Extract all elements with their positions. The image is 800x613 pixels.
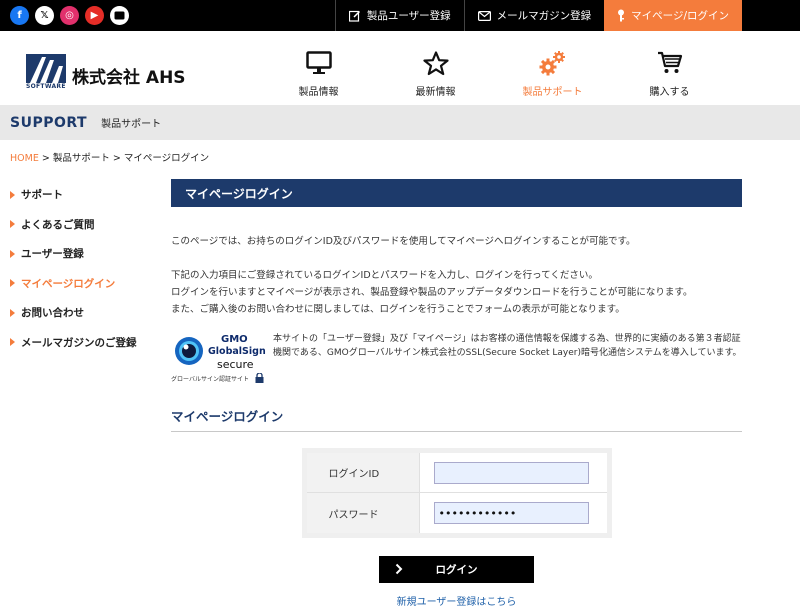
sidebar-item-label: サポート: [21, 189, 63, 202]
seal-caption: グローバルサイン認証サイト: [171, 376, 249, 383]
x-icon[interactable]: 𝕏: [35, 6, 54, 25]
sidebar-item-label: マイページログイン: [21, 277, 116, 290]
triangle-right-icon: [10, 220, 15, 229]
breadcrumb: HOME > 製品サポート > マイページログイン: [10, 150, 209, 164]
site-header: SOFTWARE 株式会社 AHS 製品情報 最新情報 製品サポート 購入する: [0, 31, 800, 105]
instruction-line: また、ご購入後のお問い合わせに関しましては、ログインを行うことでフォームの表示が…: [171, 304, 625, 315]
page-title: マイページログイン: [171, 179, 742, 207]
sidebar-item-label: よくあるご質問: [21, 218, 95, 231]
product-register-label: 製品ユーザー登録: [366, 10, 451, 22]
nav-buy-label: 購入する: [649, 87, 690, 98]
nav-support-label: 製品サポート: [522, 87, 583, 98]
sidebar-item-support[interactable]: サポート: [10, 180, 160, 210]
key-icon: [618, 9, 625, 22]
globalsign-text: GlobalSign: [208, 346, 266, 357]
mail-magazine-label: メールマガジン登録: [496, 10, 592, 22]
company-logo[interactable]: SOFTWARE 株式会社 AHS: [26, 54, 186, 90]
password-row: パスワード: [306, 493, 607, 533]
monitor-icon: [305, 51, 332, 74]
company-name: 株式会社 AHS: [72, 68, 186, 88]
breadcrumb-separator: >: [109, 153, 124, 164]
tv-icon[interactable]: [110, 6, 129, 25]
breadcrumb-home[interactable]: HOME: [10, 153, 39, 164]
sidebar-item-label: お問い合わせ: [21, 307, 84, 320]
password-label: パスワード: [306, 493, 420, 533]
sidebar-item-contact[interactable]: お問い合わせ: [10, 298, 160, 328]
globalsign-seal[interactable]: GMO GlobalSign secure グローバルサイン認証サイト: [171, 332, 266, 384]
triangle-right-icon: [10, 308, 15, 317]
eye-logo-icon: [175, 337, 203, 365]
ssl-notice: GMO GlobalSign secure グローバルサイン認証サイト 本サイト…: [171, 332, 742, 384]
youtube-icon[interactable]: ▶: [85, 6, 104, 25]
ahs-logo-mark: SOFTWARE: [26, 54, 66, 90]
nav-support[interactable]: 製品サポート: [494, 49, 611, 98]
nav-products[interactable]: 製品情報: [260, 49, 377, 98]
sidebar-item-user-register[interactable]: ユーザー登録: [10, 239, 160, 269]
new-user-register-link[interactable]: 新規ユーザー登録はこちら: [171, 593, 742, 608]
sidebar-item-label: メールマガジンのご登録: [21, 336, 137, 349]
sidebar-item-mail-magazine[interactable]: メールマガジンのご登録: [10, 328, 160, 358]
instruction-text: 下記の入力項目にご登録されているログインIDとパスワードを入力し、ログインを行っ…: [171, 267, 742, 318]
chevron-right-icon: [395, 563, 403, 575]
triangle-right-icon: [10, 279, 15, 288]
breadcrumb-current: マイページログイン: [123, 153, 210, 164]
instagram-icon[interactable]: ◎: [60, 6, 79, 25]
nav-news[interactable]: 最新情報: [377, 49, 494, 98]
breadcrumb-support[interactable]: 製品サポート: [53, 153, 110, 164]
star-icon: [422, 50, 449, 75]
top-bar: f 𝕏 ◎ ▶ 製品ユーザー登録 メールマガジン登録 マイページ/ログイン: [0, 0, 800, 31]
section-band: SUPPORT 製品サポート: [0, 105, 800, 140]
secure-text: secure: [217, 358, 254, 371]
sidebar-item-mypage-login[interactable]: マイページログイン: [10, 269, 160, 299]
login-id-label: ログインID: [306, 453, 420, 492]
login-form: ログインID パスワード: [301, 448, 612, 538]
main-nav: 製品情報 最新情報 製品サポート 購入する: [260, 49, 728, 98]
triangle-right-icon: [10, 338, 15, 347]
facebook-icon[interactable]: f: [10, 6, 29, 25]
mail-magazine-link[interactable]: メールマガジン登録: [463, 0, 605, 31]
social-links: f 𝕏 ◎ ▶: [10, 6, 129, 25]
sidebar: サポート よくあるご質問 ユーザー登録 マイページログイン お問い合わせ メール…: [10, 180, 160, 357]
cart-icon: [657, 51, 682, 73]
intro-text: このページでは、お持ちのログインID及びパスワードを使用してマイページへログイン…: [171, 236, 636, 247]
ssl-description: 本サイトの「ユーザー登録」及び「マイページ」はお客様の通信情報を保護する為、世界…: [273, 334, 742, 358]
triangle-right-icon: [10, 249, 15, 258]
sidebar-item-label: ユーザー登録: [21, 248, 84, 261]
breadcrumb-separator: >: [38, 153, 53, 164]
edit-icon: [348, 10, 360, 22]
triangle-right-icon: [10, 190, 15, 199]
instruction-line: ログインを行いますとマイページが表示され、製品登録や製品のアップデータダウンロー…: [171, 287, 693, 298]
mail-icon: [477, 10, 491, 21]
section-subtitle: 製品サポート: [101, 119, 162, 130]
mypage-login-label: マイページ/ログイン: [631, 10, 729, 22]
gears-icon: [539, 51, 565, 76]
section-title: SUPPORT: [10, 114, 88, 131]
login-form-heading: マイページログイン: [171, 406, 742, 432]
logo-software-text: SOFTWARE: [26, 83, 66, 90]
sidebar-item-faq[interactable]: よくあるご質問: [10, 210, 160, 240]
instruction-line: 下記の入力項目にご登録されているログインIDとパスワードを入力し、ログインを行っ…: [171, 270, 598, 281]
lock-icon: [255, 373, 264, 383]
login-button[interactable]: ログイン: [379, 556, 534, 583]
password-input[interactable]: [433, 502, 589, 524]
login-id-input[interactable]: [433, 461, 589, 484]
nav-news-label: 最新情報: [415, 87, 456, 98]
nav-buy[interactable]: 購入する: [611, 49, 728, 98]
mypage-login-link[interactable]: マイページ/ログイン: [604, 0, 742, 31]
gmo-text: GMO: [221, 334, 248, 345]
login-id-row: ログインID: [306, 453, 607, 493]
main-content: マイページログイン このページでは、お持ちのログインID及びパスワードを使用して…: [171, 179, 742, 608]
product-register-link[interactable]: 製品ユーザー登録: [334, 0, 464, 31]
nav-products-label: 製品情報: [298, 87, 339, 98]
